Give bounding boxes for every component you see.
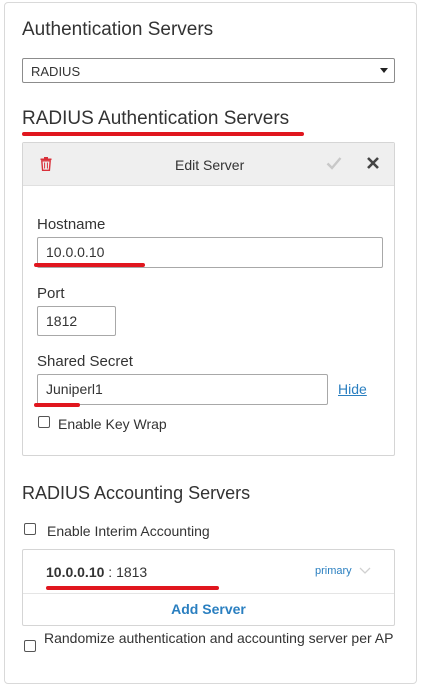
annotation-underline — [46, 586, 219, 590]
server-separator: : — [104, 564, 117, 580]
server-host: 10.0.0.10 — [46, 564, 105, 580]
section-title-radius-acct: RADIUS Accounting Servers — [22, 483, 251, 503]
port-label: Port — [37, 285, 65, 302]
edit-server-header: Edit Server — [23, 143, 394, 186]
list-divider — [23, 593, 394, 594]
hostname-label: Hostname — [37, 216, 106, 233]
check-icon[interactable] — [326, 156, 342, 170]
interim-accounting-label: Enable Interim Accounting — [47, 523, 210, 539]
shared-secret-label: Shared Secret — [37, 353, 133, 370]
section-title-authentication-servers: Authentication Servers — [22, 19, 214, 40]
hide-secret-link[interactable]: Hide — [338, 381, 367, 397]
edit-server-title: Edit Server — [175, 157, 245, 173]
interim-accounting-checkbox[interactable] — [24, 523, 36, 535]
select-value: RADIUS — [31, 64, 81, 79]
section-title-radius-auth: RADIUS Authentication Servers — [22, 108, 290, 129]
randomize-checkbox[interactable] — [24, 640, 36, 652]
close-icon[interactable] — [366, 156, 380, 170]
annotation-underline — [34, 263, 145, 267]
add-server-button[interactable]: Add Server — [23, 601, 394, 617]
shared-secret-field[interactable]: Juniperl1 — [37, 374, 328, 405]
chevron-down-icon[interactable] — [359, 567, 371, 575]
edit-server-card: Edit Server Hostname 10.0.0.10 Port 1812… — [22, 142, 395, 456]
randomize-label: Randomize authentication and accounting … — [44, 630, 394, 646]
primary-badge: primary — [315, 565, 352, 577]
chevron-down-icon — [380, 68, 388, 73]
annotation-underline — [34, 403, 80, 407]
annotation-underline — [22, 132, 304, 136]
trash-icon[interactable] — [40, 157, 52, 171]
server-port: 1813 — [116, 564, 148, 580]
port-field[interactable]: 1812 — [37, 306, 116, 336]
auth-server-type-select[interactable]: RADIUS — [22, 58, 395, 83]
key-wrap-checkbox[interactable] — [38, 416, 50, 428]
key-wrap-label: Enable Key Wrap — [58, 416, 167, 432]
accounting-server-row[interactable]: 10.0.0.10 : 1813 — [46, 564, 147, 580]
